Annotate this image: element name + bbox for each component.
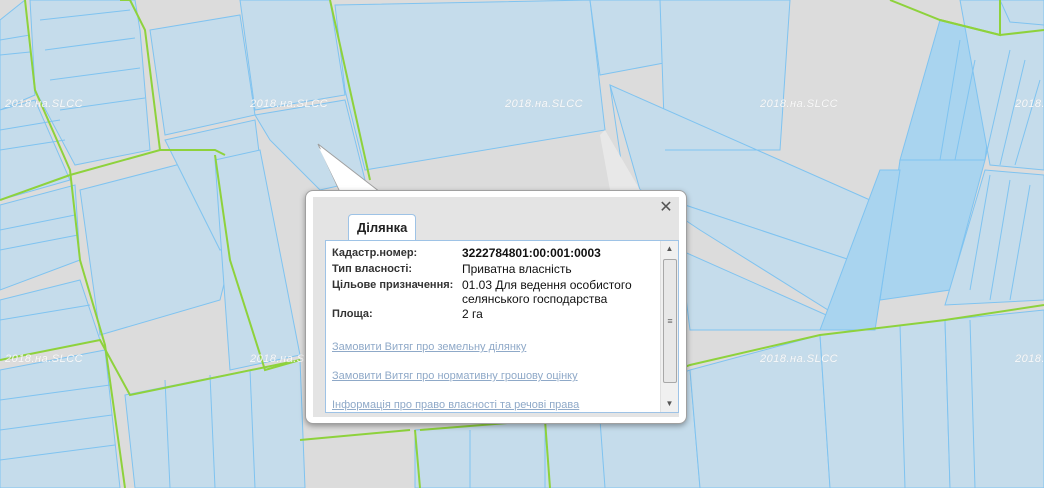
order-parcel-extract-link[interactable]: Замовити Витяг про земельну ділянку <box>332 340 658 355</box>
watermark: 2018.на.SLCC <box>1015 353 1044 365</box>
ownership-rights-info-link[interactable]: Інформація про право власності та речові… <box>332 398 658 413</box>
field-value: 01.03 Для ведення особистого селянського… <box>462 278 632 306</box>
parcel-info-popup: ✕ Ділянка Кадастр.номер: 3222784801:00:0… <box>305 190 687 424</box>
watermark: 2018.на.SLCC <box>5 353 84 365</box>
field-value: 3222784801:00:001:0003 <box>462 246 601 260</box>
watermark: 2018.на.SLCC <box>760 353 839 365</box>
close-icon[interactable]: ✕ <box>659 200 673 216</box>
watermark: 2018.на.SLCC <box>505 98 584 110</box>
scroll-up-icon[interactable]: ▲ <box>661 241 678 257</box>
field-area: Площа: 2 га <box>332 307 658 322</box>
field-value: Приватна власність <box>462 262 572 276</box>
field-label: Цільове призначення: <box>332 279 454 291</box>
scroll-down-icon[interactable]: ▼ <box>661 396 678 412</box>
watermark: 2018.на.SLCC <box>5 98 84 110</box>
field-purpose: Цільове призначення: 01.03 Для ведення о… <box>332 278 658 306</box>
order-valuation-extract-link[interactable]: Замовити Витяг про нормативну грошову оц… <box>332 369 658 384</box>
tab-parcel[interactable]: Ділянка <box>348 214 417 241</box>
vertical-scrollbar[interactable]: ▲ ≡ ▼ <box>660 241 678 412</box>
parcel-details-panel: Кадастр.номер: 3222784801:00:001:0003 Ти… <box>325 240 679 413</box>
field-label: Площа: <box>332 308 373 320</box>
field-ownership-type: Тип власності: Приватна власність <box>332 262 658 277</box>
field-value: 2 га <box>462 307 483 321</box>
popup-body: ✕ Ділянка Кадастр.номер: 3222784801:00:0… <box>313 197 679 417</box>
field-label: Тип власності: <box>332 263 413 275</box>
field-cadastral-number: Кадастр.номер: 3222784801:00:001:0003 <box>332 246 658 261</box>
field-label: Кадастр.номер: <box>332 247 418 259</box>
watermark: 2018.на.SLCC <box>250 98 329 110</box>
parcel-details: Кадастр.номер: 3222784801:00:001:0003 Ти… <box>332 246 658 413</box>
watermark: 2018.на.SLCC <box>760 98 839 110</box>
scroll-thumb[interactable]: ≡ <box>663 259 677 383</box>
watermark: 2018.на.SLCC <box>1015 98 1044 110</box>
